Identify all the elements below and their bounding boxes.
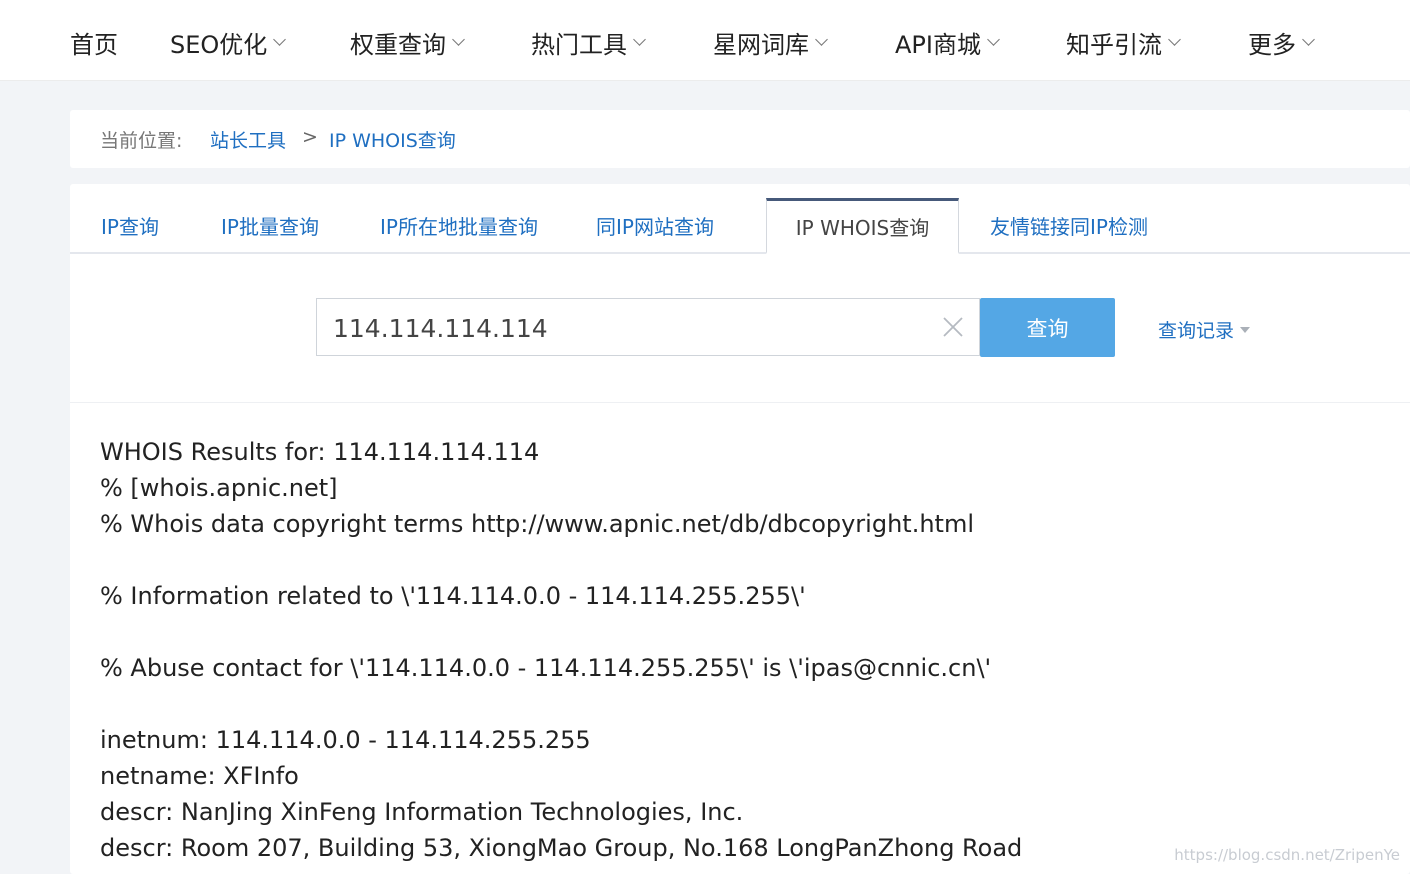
chevron-down-icon xyxy=(1302,32,1315,46)
chevron-down-icon xyxy=(1168,32,1181,46)
result-line xyxy=(100,686,1400,722)
result-line: % [whois.apnic.net] xyxy=(100,474,338,502)
nav-item-api[interactable]: API商城 xyxy=(895,24,1000,60)
tab-label: 友情链接同IP检测 xyxy=(990,214,1148,239)
result-line: inetnum: 114.114.0.0 - 114.114.255.255 xyxy=(100,726,591,754)
main-panel: IP查询 IP批量查询 IP所在地批量查询 同IP网站查询 IP WHOIS查询… xyxy=(70,184,1410,874)
tab-label: IP查询 xyxy=(101,214,159,239)
breadcrumb-separator: > xyxy=(302,126,318,148)
nav-label: 更多 xyxy=(1248,30,1296,59)
breadcrumb-prefix: 当前位置: xyxy=(100,130,183,152)
chevron-down-icon xyxy=(987,32,1000,46)
nav-item-home[interactable]: 首页 xyxy=(70,24,118,60)
chevron-down-icon xyxy=(815,32,828,46)
result-line xyxy=(100,614,1400,650)
nav-label: 星网词库 xyxy=(713,30,809,59)
result-line: % Whois data copyright terms http://www.… xyxy=(100,510,974,538)
tab-bar: IP查询 IP批量查询 IP所在地批量查询 同IP网站查询 IP WHOIS查询… xyxy=(70,198,1410,254)
result-line: % Information related to \'114.114.0.0 -… xyxy=(100,582,806,610)
chevron-down-icon xyxy=(452,32,465,46)
watermark: https://blog.csdn.net/ZripenYe xyxy=(1174,846,1400,864)
result-line: % Abuse contact for \'114.114.0.0 - 114.… xyxy=(100,654,992,682)
tab-ip-query[interactable]: IP查询 xyxy=(101,198,159,252)
result-line: netname: XFInfo xyxy=(100,762,299,790)
breadcrumb: 当前位置: 站长工具 > IP WHOIS查询 xyxy=(70,110,1410,168)
nav-label: 首页 xyxy=(70,30,118,59)
result-line xyxy=(100,542,1400,578)
nav-label: 热门工具 xyxy=(531,30,627,59)
result-line: descr: NanJing XinFeng Information Techn… xyxy=(100,798,744,826)
nav-label: SEO优化 xyxy=(170,30,268,59)
ip-search-input[interactable] xyxy=(331,309,935,347)
tab-label: IP所在地批量查询 xyxy=(380,214,538,239)
nav-item-more[interactable]: 更多 xyxy=(1248,24,1315,60)
nav-label: API商城 xyxy=(895,30,981,59)
tab-ip-location-batch[interactable]: IP所在地批量查询 xyxy=(380,198,538,252)
nav-label: 知乎引流 xyxy=(1066,30,1162,59)
nav-item-weight[interactable]: 权重查询 xyxy=(350,24,465,60)
nav-label: 权重查询 xyxy=(350,30,446,59)
breadcrumb-item-webmaster-tools[interactable]: 站长工具 xyxy=(210,126,286,153)
whois-results: WHOIS Results for: 114.114.114.114 % [who… xyxy=(100,434,1400,866)
caret-down-icon xyxy=(1240,326,1251,333)
tab-ip-whois[interactable]: IP WHOIS查询 xyxy=(766,198,959,254)
breadcrumb-item-ip-whois[interactable]: IP WHOIS查询 xyxy=(329,126,456,153)
tab-label: IP WHOIS查询 xyxy=(795,216,930,240)
tab-friend-link-ip-check[interactable]: 友情链接同IP检测 xyxy=(990,198,1148,252)
chevron-down-icon xyxy=(633,32,646,46)
nav-item-seo[interactable]: SEO优化 xyxy=(170,24,287,60)
query-history-label: 查询记录 xyxy=(1158,320,1235,342)
divider xyxy=(70,402,1410,403)
chevron-down-icon xyxy=(273,32,287,46)
tab-same-ip-sites[interactable]: 同IP网站查询 xyxy=(596,198,714,252)
top-nav: 首页 SEO优化 权重查询 热门工具 星网词库 API商城 知乎引流 更多 xyxy=(0,0,1410,81)
close-icon[interactable] xyxy=(941,315,965,339)
tab-label: 同IP网站查询 xyxy=(596,214,714,239)
tab-ip-batch-query[interactable]: IP批量查询 xyxy=(221,198,319,252)
query-button[interactable]: 查询 xyxy=(980,298,1115,357)
nav-item-lexicon[interactable]: 星网词库 xyxy=(713,24,828,60)
result-line: WHOIS Results for: 114.114.114.114 xyxy=(100,438,540,466)
tab-label: IP批量查询 xyxy=(221,214,319,239)
nav-item-tools[interactable]: 热门工具 xyxy=(531,24,646,60)
ip-search-field xyxy=(316,298,980,356)
nav-item-zhihu[interactable]: 知乎引流 xyxy=(1066,24,1181,60)
query-history-dropdown[interactable]: 查询记录 xyxy=(1158,316,1251,343)
